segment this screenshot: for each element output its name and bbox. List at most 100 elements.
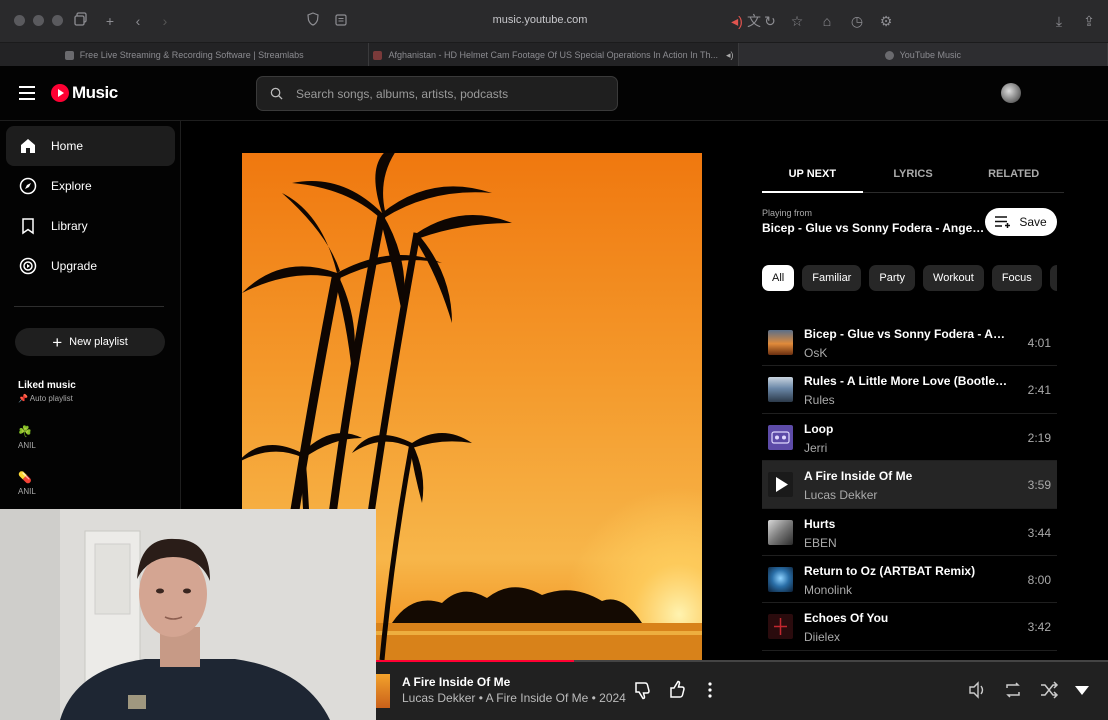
volume-icon[interactable] (967, 680, 987, 700)
track-thumbnail (768, 614, 793, 640)
track-artist[interactable]: EBEN (804, 536, 837, 550)
settings-gear-icon[interactable]: ⚙ (877, 12, 895, 30)
tab-lyrics[interactable]: LYRICS (863, 160, 964, 192)
home-page-icon[interactable]: ⌂ (818, 12, 836, 30)
browser-tab-youtube-music[interactable]: YouTube Music (738, 43, 1108, 67)
queue-item-current[interactable]: A Fire Inside Of Me Lucas Dekker 3:59 (762, 461, 1057, 509)
track-duration: 4:01 (1027, 336, 1051, 350)
queue-list: Bicep - Glue vs Sonny Fodera - Angel ft.… (762, 319, 1057, 651)
back-icon[interactable]: ‹ (129, 12, 147, 30)
queue-item[interactable]: Loop Jerri 2:19 (762, 414, 1057, 462)
chip-focus[interactable]: Focus (991, 265, 1042, 291)
chip-familiar[interactable]: Familiar (802, 265, 862, 291)
queue-item[interactable]: Return to Oz (ARTBAT Remix) Monolink 8:0… (762, 556, 1057, 604)
track-title: Echoes Of You (804, 611, 889, 626)
sidebar-item-label: Library (51, 219, 88, 233)
zoom-window-button[interactable] (52, 15, 63, 26)
chip-workout[interactable]: Workout (923, 265, 984, 291)
more-options-icon[interactable] (700, 680, 720, 700)
tab-up-next[interactable]: UP NEXT (762, 160, 863, 193)
queue-item[interactable]: Bicep - Glue vs Sonny Fodera - Angel ft.… (762, 319, 1057, 367)
expand-player-icon[interactable] (1072, 680, 1092, 700)
browser-tab-afghanistan-video[interactable]: Afghanistan - HD Helmet Cam Footage Of U… (369, 43, 739, 67)
webcam-overlay (0, 509, 376, 720)
save-button[interactable]: Save (985, 208, 1057, 236)
track-thumbnail (768, 424, 793, 450)
like-icon[interactable] (668, 680, 688, 700)
forward-icon[interactable]: › (156, 12, 174, 30)
reload-icon[interactable]: ↻ (761, 12, 779, 30)
track-artist[interactable]: Diielex (804, 630, 840, 644)
chip-party[interactable]: Party (869, 265, 916, 291)
webcam-video (0, 509, 376, 720)
queue-item[interactable]: Hurts EBEN 3:44 (762, 509, 1057, 556)
play-icon[interactable] (768, 472, 793, 497)
queue-item[interactable]: Echoes Of You Diielex 3:42 (762, 603, 1057, 651)
new-playlist-label: New playlist (69, 336, 128, 348)
playlist-clover[interactable]: ☘️ ANIL (18, 425, 36, 450)
avatar[interactable] (1001, 83, 1021, 103)
sidebar-divider (14, 306, 164, 307)
new-playlist-button[interactable]: + New playlist (15, 328, 165, 356)
tab-title: Afghanistan - HD Helmet Cam Footage Of U… (388, 50, 718, 60)
chip-more[interactable]: P (1049, 265, 1057, 291)
player-bar: A Fire Inside Of Me Lucas Dekker • A Fir… (376, 660, 1108, 720)
dislike-icon[interactable] (633, 680, 653, 700)
playing-from-title[interactable]: Bicep - Glue vs Sonny Fodera - Angel ft.… (762, 221, 986, 235)
new-tab-icon[interactable]: + (101, 12, 119, 30)
window-controls (14, 15, 63, 26)
menu-icon[interactable] (19, 86, 35, 100)
playlist-liked-music[interactable]: Liked music 📌 Auto playlist (18, 380, 76, 403)
tab-audio-icon[interactable]: ◂) (726, 50, 734, 61)
audio-playing-icon[interactable]: ◂) (728, 12, 746, 30)
track-artist[interactable]: Lucas Dekker (804, 488, 877, 502)
url-text: music.youtube.com (492, 14, 588, 26)
search-input[interactable] (296, 77, 606, 110)
track-duration: 3:42 (1027, 620, 1051, 635)
track-duration: 8:00 (1027, 572, 1051, 587)
track-thumbnail (768, 377, 793, 403)
youtube-music-favicon-icon (884, 50, 894, 60)
sidebar-item-explore[interactable]: Explore (6, 166, 175, 206)
track-title: Hurts (804, 516, 836, 531)
track-title: Loop (804, 421, 834, 436)
browser-tab-streamlabs[interactable]: Free Live Streaming & Recording Software… (0, 43, 370, 67)
minimize-window-button[interactable] (33, 15, 44, 26)
track-artist[interactable]: Rules (804, 393, 835, 407)
track-title: Bicep - Glue vs Sonny Fodera - Angel ft.… (804, 327, 1012, 341)
chip-all[interactable]: All (762, 265, 795, 291)
shuffle-icon[interactable] (1039, 680, 1059, 700)
sidebar-item-home[interactable]: Home (6, 126, 175, 166)
track-duration: 3:44 (1027, 525, 1051, 540)
playlist-title: Liked music (18, 380, 76, 391)
tab-overview-icon[interactable] (72, 12, 90, 30)
track-artist[interactable]: Jerri (804, 441, 827, 455)
explore-icon (19, 177, 37, 195)
now-playing-thumbnail (768, 472, 793, 498)
track-title: A Fire Inside Of Me (804, 469, 913, 484)
playlist-pill[interactable]: 💊 ANIL (18, 471, 36, 496)
close-window-button[interactable] (14, 15, 25, 26)
address-bar[interactable]: music.youtube.com (300, 9, 780, 33)
track-artist[interactable]: OsK (804, 346, 827, 360)
tab-related[interactable]: RELATED (963, 160, 1064, 192)
library-icon (22, 218, 34, 235)
history-icon[interactable]: ◷ (848, 12, 866, 30)
youtube-music-logo[interactable]: Music (51, 83, 118, 103)
search-box[interactable] (256, 76, 618, 111)
share-icon[interactable]: ⇪ (1080, 12, 1098, 30)
downloads-icon[interactable]: ⤓ (1050, 12, 1068, 30)
track-duration: 3:59 (1027, 478, 1051, 493)
sidebar-item-upgrade[interactable]: Upgrade (6, 246, 175, 286)
repeat-icon[interactable] (1003, 680, 1023, 700)
track-duration: 2:41 (1027, 383, 1051, 398)
sidebar-item-label: Explore (51, 179, 92, 193)
panel-tabs: UP NEXT LYRICS RELATED (762, 160, 1064, 193)
progress-bar[interactable] (376, 660, 1108, 662)
track-artist[interactable]: Monolink (804, 583, 852, 597)
bookmark-star-icon[interactable]: ☆ (788, 12, 806, 30)
now-playing-title[interactable]: A Fire Inside Of Me (402, 675, 510, 689)
sidebar-item-library[interactable]: Library (6, 206, 175, 246)
now-playing-thumbnail[interactable] (376, 674, 390, 708)
queue-item[interactable]: Rules - A Little More Love (Bootleg Remi… (762, 366, 1057, 414)
